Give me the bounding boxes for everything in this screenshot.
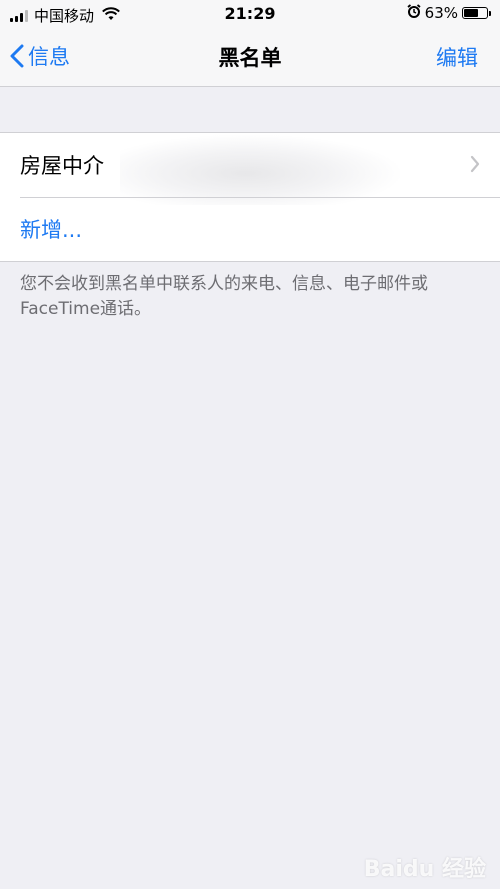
blocklist-footer-note: 您不会收到黑名单中联系人的来电、信息、电子邮件或FaceTime通话。 [20,274,428,319]
battery-icon [462,7,491,19]
status-bar: 中国移动 21:29 63% [0,0,500,30]
baidu-watermark: Baidu 经验 [363,857,486,882]
contact-name: 房屋中介 [20,154,104,178]
blocked-list: 房屋中介 新增... [0,132,500,262]
nav-bar: 信息 黑名单 编辑 [0,30,500,87]
alarm-icon [407,4,421,22]
chevron-right-icon [470,155,480,173]
battery-percent: 63% [424,4,458,22]
page-title: 黑名单 [218,46,282,70]
blocked-contact-row[interactable]: 房屋中介 [0,133,500,205]
add-new-row[interactable]: 新增... [0,197,500,261]
add-new-button[interactable]: 新增... [20,214,82,244]
status-right: 63% [407,4,491,22]
battery-fill [464,9,478,17]
redaction-smudge [120,135,400,205]
edit-button[interactable]: 编辑 [436,42,478,72]
